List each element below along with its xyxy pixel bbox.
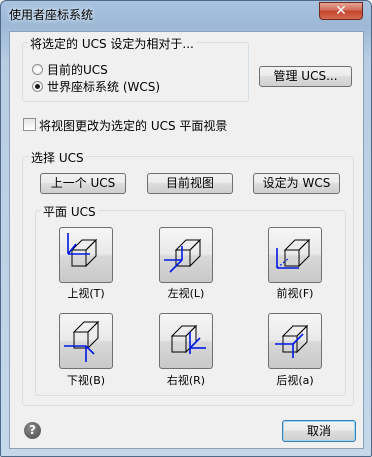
close-icon: ✕ [335, 3, 347, 19]
right-view-label: 右视(R) [166, 374, 206, 387]
manage-ucs-button[interactable]: 管理 UCS... [259, 66, 352, 87]
cancel-button[interactable]: 取消 [282, 420, 356, 442]
current-ucs-radio[interactable] [32, 64, 43, 75]
window-title: 使用者座标系统 [9, 8, 94, 22]
top-view-label: 上视(T) [67, 287, 105, 300]
back-view-button[interactable] [268, 313, 322, 369]
wcs-radio-dot [35, 84, 40, 89]
relative-to-group-label: 将选定的 UCS 设定为相对于... [28, 35, 196, 52]
help-icon[interactable]: ? [24, 422, 41, 439]
front-view-label: 前视(F) [276, 287, 314, 300]
current-view-button[interactable]: 目前视图 [147, 173, 233, 194]
right-view-icon [170, 324, 206, 354]
top-view-button[interactable] [59, 227, 113, 283]
current-ucs-radio-label[interactable]: 目前的UCS [47, 61, 108, 78]
change-view-checkbox[interactable] [23, 118, 36, 131]
top-view-icon [67, 233, 98, 268]
back-view-label: 后视(a) [276, 374, 314, 387]
dialog-body: 将选定的 UCS 设定为相对于... 目前的UCS 世界座标系统 (WCS) 管… [9, 31, 364, 449]
previous-ucs-button[interactable]: 上一个 UCS [40, 173, 126, 194]
left-view-icon [164, 238, 202, 273]
left-view-button[interactable] [159, 227, 213, 283]
right-view-button[interactable] [159, 313, 213, 369]
bottom-view-button[interactable] [59, 313, 113, 369]
select-ucs-group-label: 选择 UCS [29, 149, 86, 166]
close-button[interactable]: ✕ [319, 2, 363, 20]
plane-ucs-group-label: 平面 UCS [41, 203, 98, 220]
front-view-button[interactable] [268, 227, 322, 283]
wcs-radio-label[interactable]: 世界座标系统 (WCS) [47, 78, 160, 95]
left-view-label: 左视(L) [167, 287, 205, 300]
bottom-view-label: 下视(B) [66, 374, 106, 387]
change-view-checkbox-label[interactable]: 将视图更改为选定的 UCS 平面视景 [39, 117, 227, 134]
dialog-window: 使用者座标系统 ✕ 将选定的 UCS 设定为相对于... 目前的UCS 世界座标… [0, 0, 372, 457]
wcs-radio[interactable] [32, 81, 43, 92]
front-view-icon [276, 238, 311, 269]
bottom-view-icon [64, 320, 100, 362]
title-bar[interactable]: 使用者座标系统 ✕ [1, 1, 371, 27]
set-wcs-button[interactable]: 设定为 WCS [253, 173, 340, 194]
back-view-icon [275, 324, 309, 358]
